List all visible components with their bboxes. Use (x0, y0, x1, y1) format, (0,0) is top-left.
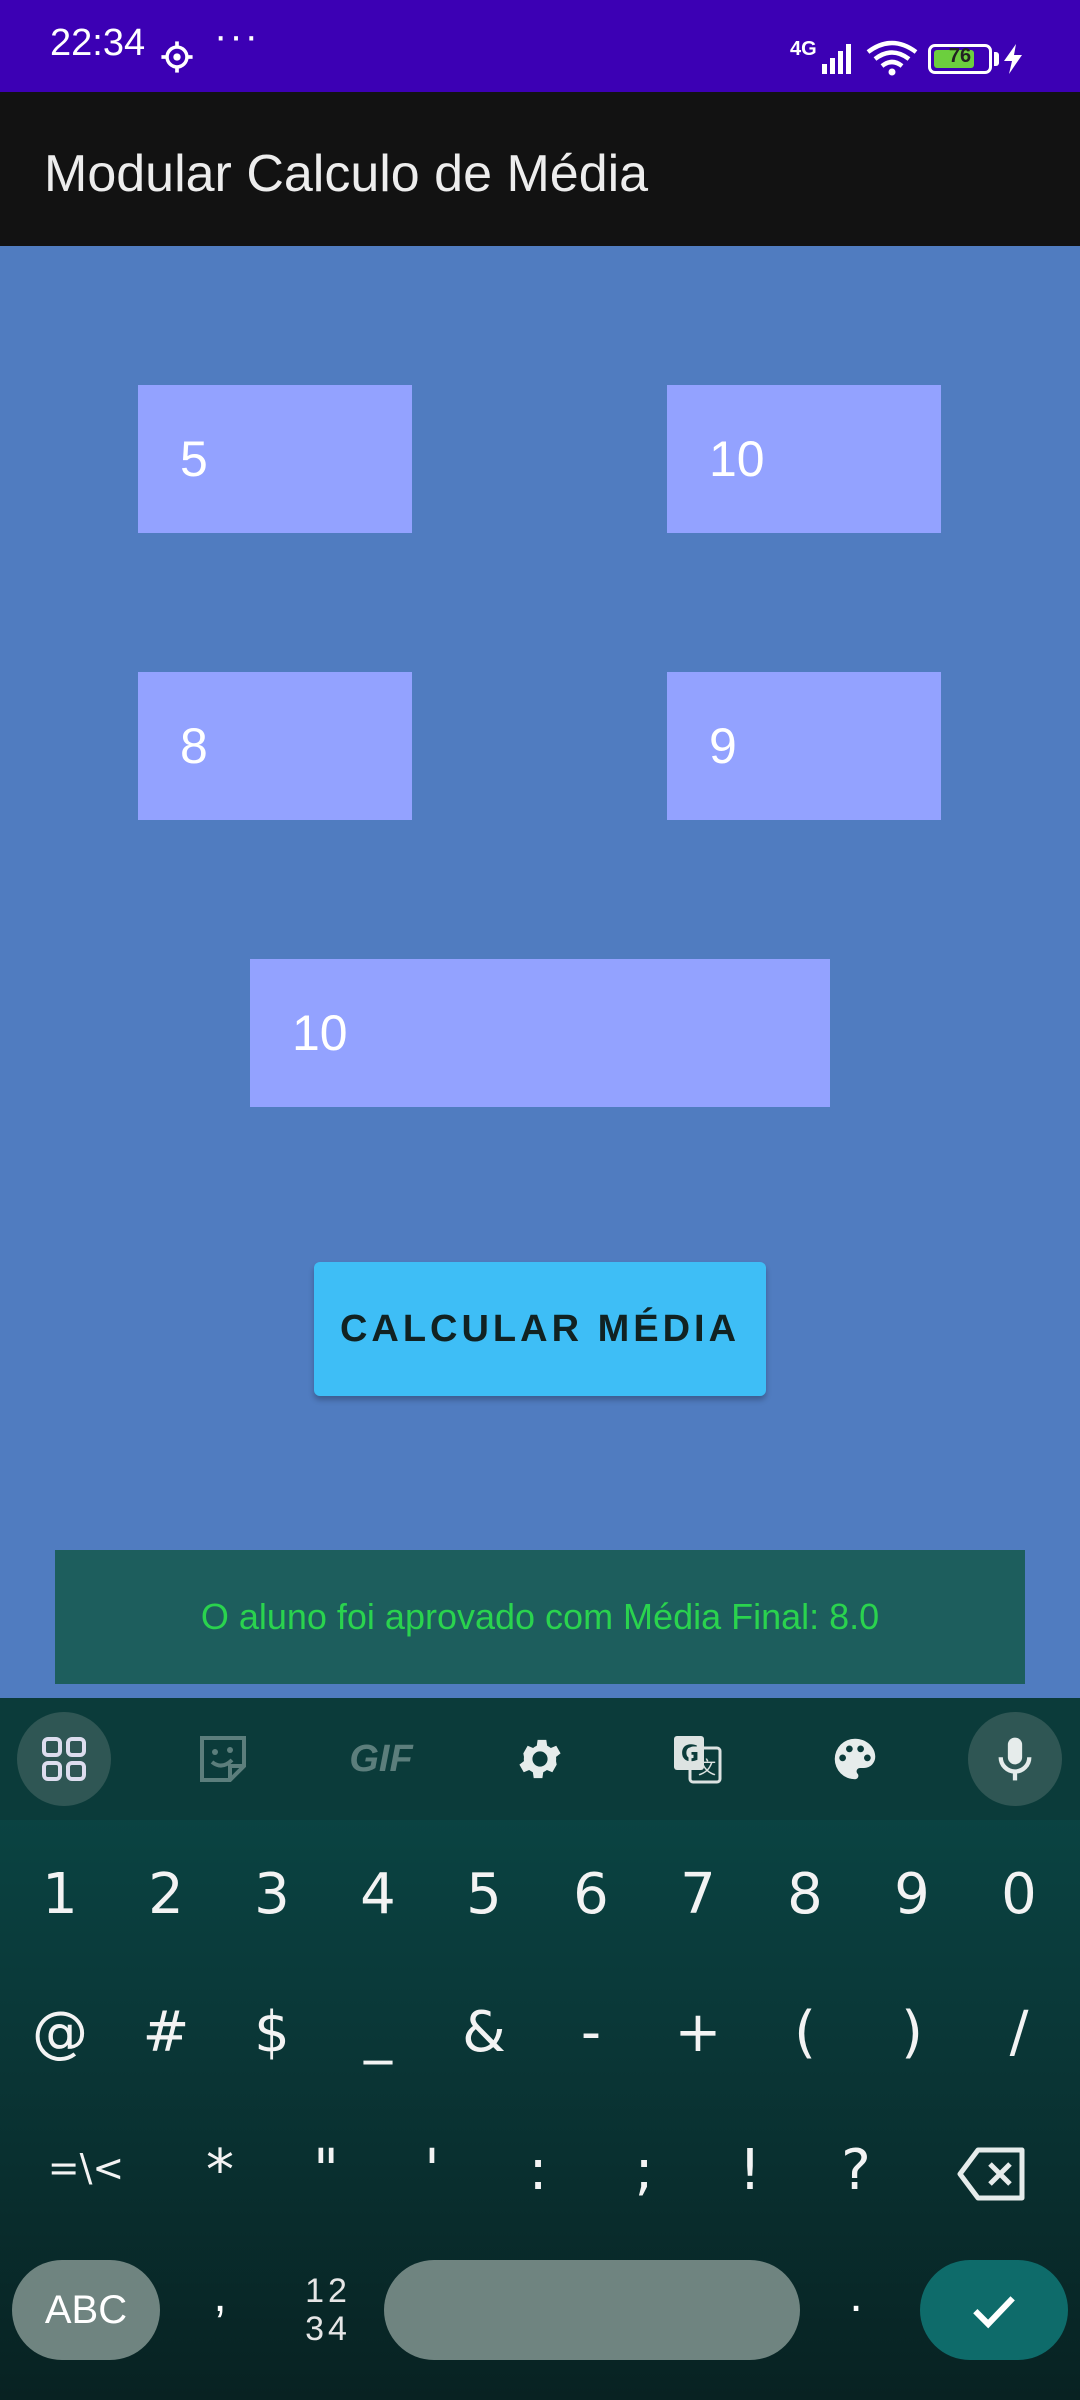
key-comma[interactable]: , (200, 2268, 240, 2323)
calculate-average-button[interactable]: CALCULAR MÉDIA (314, 1262, 766, 1396)
signal-icon (822, 44, 851, 74)
grade-field-2[interactable]: 10 (667, 385, 941, 533)
key-colon[interactable]: : (488, 2138, 588, 2203)
sticker-icon[interactable] (176, 1712, 270, 1806)
key-double-quote[interactable]: " (276, 2138, 376, 2203)
battery-nub (994, 52, 999, 66)
key-minus[interactable]: - (541, 2000, 641, 2065)
apps-grid-icon[interactable] (17, 1712, 111, 1806)
more-notifications-icon: ··· (214, 14, 260, 58)
charging-bolt-icon (1004, 44, 1022, 74)
done-key[interactable] (920, 2260, 1068, 2360)
keyboard-toolbar: GIF G文 (0, 1698, 1080, 1820)
settings-icon[interactable] (493, 1712, 587, 1806)
key-7[interactable]: 7 (648, 1862, 748, 1927)
key-3[interactable]: 3 (222, 1862, 322, 1927)
status-time: 22:34 (50, 22, 146, 64)
key-slash[interactable]: / (969, 2000, 1069, 2065)
key-dollar[interactable]: $ (222, 2000, 322, 2065)
key-2[interactable]: 2 (116, 1862, 216, 1927)
space-bar[interactable] (384, 2260, 800, 2360)
microphone-icon[interactable] (968, 1712, 1062, 1806)
key-exclamation[interactable]: ! (700, 2138, 800, 2203)
key-plus[interactable]: + (648, 2000, 748, 2065)
numbers-key[interactable]: 12 34 (292, 2272, 364, 2348)
palette-icon[interactable] (808, 1712, 902, 1806)
numbers-key-top: 12 (305, 2272, 351, 2310)
svg-text:文: 文 (698, 1758, 716, 1779)
grade-field-4[interactable]: 9 (667, 672, 941, 820)
key-0[interactable]: 0 (969, 1862, 1069, 1927)
translate-icon[interactable]: G文 (650, 1712, 744, 1806)
key-single-quote[interactable]: ' (382, 2138, 482, 2203)
key-hash[interactable]: # (116, 2000, 216, 2065)
key-open-paren[interactable]: ( (755, 2000, 855, 2065)
numbers-key-bottom: 34 (305, 2310, 351, 2348)
key-6[interactable]: 6 (541, 1862, 641, 1927)
checkmark-icon (973, 2296, 1015, 2329)
app-title: Modular Calculo de Média (44, 145, 649, 203)
result-message: O aluno foi aprovado com Média Final: 8.… (55, 1550, 1025, 1684)
key-ampersand[interactable]: & (434, 2000, 534, 2065)
key-5[interactable]: 5 (434, 1862, 534, 1927)
status-bar: 22:34 ··· 4G 76 (0, 0, 1080, 92)
keyboard: GIF G文 1 2 3 4 5 6 7 8 9 0 @ # $ _ & - +… (0, 1698, 1080, 2400)
settings-gear-icon (161, 41, 193, 73)
key-close-paren[interactable]: ) (862, 2000, 962, 2065)
key-semicolon[interactable]: ; (594, 2138, 694, 2203)
backspace-icon[interactable] (956, 2146, 1028, 2202)
key-1[interactable]: 1 (10, 1862, 110, 1927)
key-underscore[interactable]: _ (328, 2000, 428, 2065)
wifi-icon (866, 40, 918, 76)
key-asterisk[interactable]: * (170, 2138, 270, 2203)
grade-field-3[interactable]: 8 (138, 672, 412, 820)
key-question[interactable]: ? (806, 2138, 906, 2203)
key-more-symbols[interactable]: =\< (36, 2146, 136, 2190)
battery-icon: 76 (928, 44, 992, 74)
gif-icon[interactable]: GIF (334, 1712, 428, 1806)
key-period[interactable]: . (836, 2268, 876, 2323)
app-bar: Modular Calculo de Média (0, 92, 1080, 246)
abc-key[interactable]: ABC (12, 2260, 160, 2360)
key-4[interactable]: 4 (328, 1862, 428, 1927)
battery-percent: 76 (948, 45, 972, 67)
grade-field-5[interactable]: 10 (250, 959, 830, 1107)
grade-field-1[interactable]: 5 (138, 385, 412, 533)
key-8[interactable]: 8 (755, 1862, 855, 1927)
key-at[interactable]: @ (10, 2000, 110, 2065)
key-9[interactable]: 9 (862, 1862, 962, 1927)
